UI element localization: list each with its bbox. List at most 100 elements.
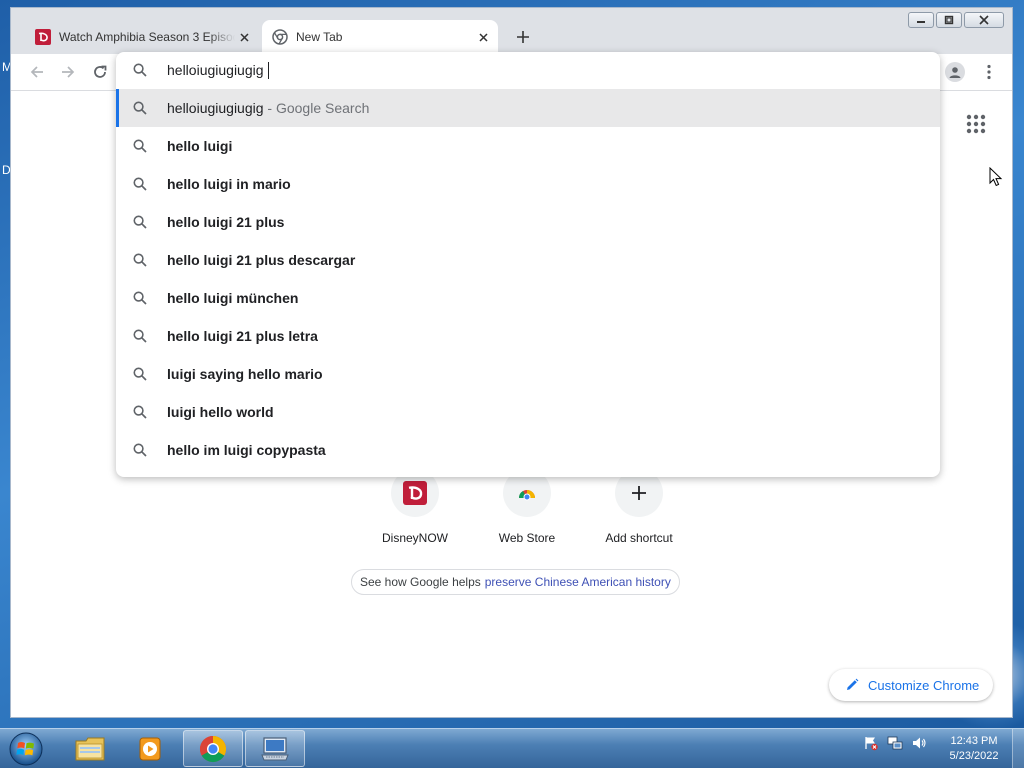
reload-button[interactable] bbox=[88, 60, 112, 84]
clock-date: 5/23/2022 bbox=[949, 750, 999, 762]
suggestion-row[interactable]: helloiugiugiugig - Google Search bbox=[116, 89, 940, 127]
shortcut-label: Web Store bbox=[498, 531, 556, 545]
show-desktop-button[interactable] bbox=[1012, 729, 1024, 768]
address-bar-input[interactable] bbox=[167, 60, 907, 80]
folder-icon bbox=[75, 737, 105, 760]
omnibox-dropdown: helloiugiugiugig - Google Search hello lu… bbox=[116, 52, 940, 477]
forward-button[interactable] bbox=[56, 60, 80, 84]
suggestion-text: hello luigi 21 plus descargar bbox=[167, 252, 355, 268]
windows-start-button[interactable] bbox=[6, 730, 46, 768]
arrow-left-icon bbox=[30, 66, 43, 78]
suggestion-row[interactable]: hello luigi 21 plus letra bbox=[116, 317, 940, 355]
search-icon bbox=[133, 177, 147, 191]
taskbar-media-player[interactable] bbox=[120, 730, 180, 767]
promo-link[interactable]: preserve Chinese American history bbox=[485, 575, 671, 589]
suggestion-query: hello luigi 21 plus letra bbox=[167, 328, 318, 344]
suggestion-row[interactable]: hello luigi bbox=[116, 127, 940, 165]
chrome-icon bbox=[199, 735, 227, 762]
search-icon bbox=[133, 329, 147, 343]
taskbar-clock[interactable]: 12:43 PM 5/23/2022 bbox=[944, 734, 1004, 764]
minimize-button[interactable] bbox=[908, 12, 934, 28]
suggestion-list: helloiugiugiugig - Google Search hello lu… bbox=[116, 89, 940, 469]
back-button[interactable] bbox=[25, 60, 49, 84]
arrow-right-icon bbox=[62, 66, 75, 78]
search-icon bbox=[133, 215, 147, 229]
suggestion-text: hello luigi münchen bbox=[167, 290, 298, 306]
promo-banner: See how Google helps preserve Chinese Am… bbox=[351, 569, 680, 595]
suggestion-query: hello luigi in mario bbox=[167, 176, 291, 192]
apps-grid-icon[interactable] bbox=[965, 113, 987, 135]
suggestion-row[interactable]: hello luigi 21 plus bbox=[116, 203, 940, 241]
text-caret bbox=[268, 62, 269, 79]
close-icon bbox=[239, 32, 249, 42]
minimize-icon bbox=[917, 21, 925, 23]
shortcut-label: DisneyNOW bbox=[381, 531, 448, 545]
suggestion-text: hello im luigi copypasta bbox=[167, 442, 326, 458]
shortcut-disneynow[interactable]: DisneyNOW bbox=[359, 469, 471, 545]
search-icon bbox=[133, 101, 147, 115]
suggestion-query: hello im luigi copypasta bbox=[167, 442, 326, 458]
tab-close-button[interactable] bbox=[235, 28, 253, 46]
mouse-cursor-icon bbox=[989, 167, 1003, 187]
volume-icon[interactable] bbox=[910, 734, 928, 752]
suggestion-query: hello luigi münchen bbox=[167, 290, 299, 306]
taskbar-file-explorer[interactable] bbox=[60, 730, 120, 767]
close-icon bbox=[979, 15, 989, 25]
clock-time: 12:43 PM bbox=[950, 735, 998, 747]
customize-chrome-button[interactable]: Customize Chrome bbox=[829, 669, 994, 701]
shortcut-add[interactable]: Add shortcut bbox=[583, 469, 695, 545]
suggestion-text: hello luigi bbox=[167, 138, 232, 154]
close-window-button[interactable] bbox=[964, 12, 1004, 28]
suggestion-row[interactable]: hello luigi münchen bbox=[116, 279, 940, 317]
suggestion-text: hello luigi in mario bbox=[167, 176, 291, 192]
disney-icon bbox=[403, 481, 427, 505]
suggestion-text: luigi hello world bbox=[167, 404, 274, 420]
shortcuts-row: DisneyNOW Web Store Add shortcut bbox=[359, 469, 695, 545]
chrome-icon bbox=[272, 29, 288, 45]
suggestion-row[interactable]: luigi saying hello mario bbox=[116, 355, 940, 393]
customize-chrome-label: Customize Chrome bbox=[868, 677, 980, 693]
suggestion-text: helloiugiugiugig - Google Search bbox=[167, 100, 369, 116]
tab-close-button[interactable] bbox=[474, 28, 492, 46]
person-icon bbox=[949, 67, 961, 78]
suggestion-query: helloiugiugiugig bbox=[167, 100, 264, 116]
search-icon bbox=[133, 443, 147, 457]
suggestion-row[interactable]: hello luigi in mario bbox=[116, 165, 940, 203]
search-icon bbox=[133, 63, 147, 77]
taskbar: 12:43 PM 5/23/2022 bbox=[0, 728, 1024, 768]
maximize-button[interactable] bbox=[936, 12, 962, 28]
omnibox bbox=[116, 52, 940, 88]
new-tab-button[interactable] bbox=[511, 25, 535, 49]
reload-icon bbox=[94, 65, 107, 78]
close-icon bbox=[478, 32, 488, 42]
chrome-menu-button[interactable] bbox=[981, 60, 997, 84]
action-center-icon[interactable] bbox=[862, 734, 880, 752]
suggestion-row[interactable]: hello luigi 21 plus descargar bbox=[116, 241, 940, 279]
suggestion-query: luigi hello world bbox=[167, 404, 274, 420]
restore-icon bbox=[944, 15, 954, 25]
suggestion-query: hello luigi 21 plus bbox=[167, 214, 285, 230]
suggestion-row[interactable]: luigi hello world bbox=[116, 393, 940, 431]
pencil-icon bbox=[845, 678, 859, 692]
plus-icon bbox=[517, 31, 529, 43]
tab-amphibia[interactable]: Watch Amphibia Season 3 Episod bbox=[25, 20, 259, 54]
tab-new-tab[interactable]: New Tab bbox=[262, 20, 498, 54]
search-icon bbox=[133, 367, 147, 381]
taskbar-chrome[interactable] bbox=[183, 730, 243, 767]
shortcut-web-store[interactable]: Web Store bbox=[471, 469, 583, 545]
suggestion-query: hello luigi bbox=[167, 138, 233, 154]
disney-icon bbox=[35, 29, 51, 45]
tab-title: Watch Amphibia Season 3 Episod bbox=[59, 30, 235, 44]
network-icon[interactable] bbox=[886, 734, 904, 752]
more-vert-icon bbox=[987, 64, 991, 80]
web-store-icon bbox=[518, 490, 535, 501]
search-icon bbox=[133, 139, 147, 153]
profile-button[interactable] bbox=[945, 62, 965, 82]
suggestion-description: - Google Search bbox=[267, 100, 370, 116]
suggestion-row[interactable]: hello im luigi copypasta bbox=[116, 431, 940, 469]
system-tray bbox=[862, 734, 928, 752]
search-icon bbox=[133, 405, 147, 419]
media-player-icon bbox=[139, 737, 161, 760]
taskbar-remote-desktop[interactable] bbox=[245, 730, 305, 767]
suggestion-text: hello luigi 21 plus letra bbox=[167, 328, 318, 344]
